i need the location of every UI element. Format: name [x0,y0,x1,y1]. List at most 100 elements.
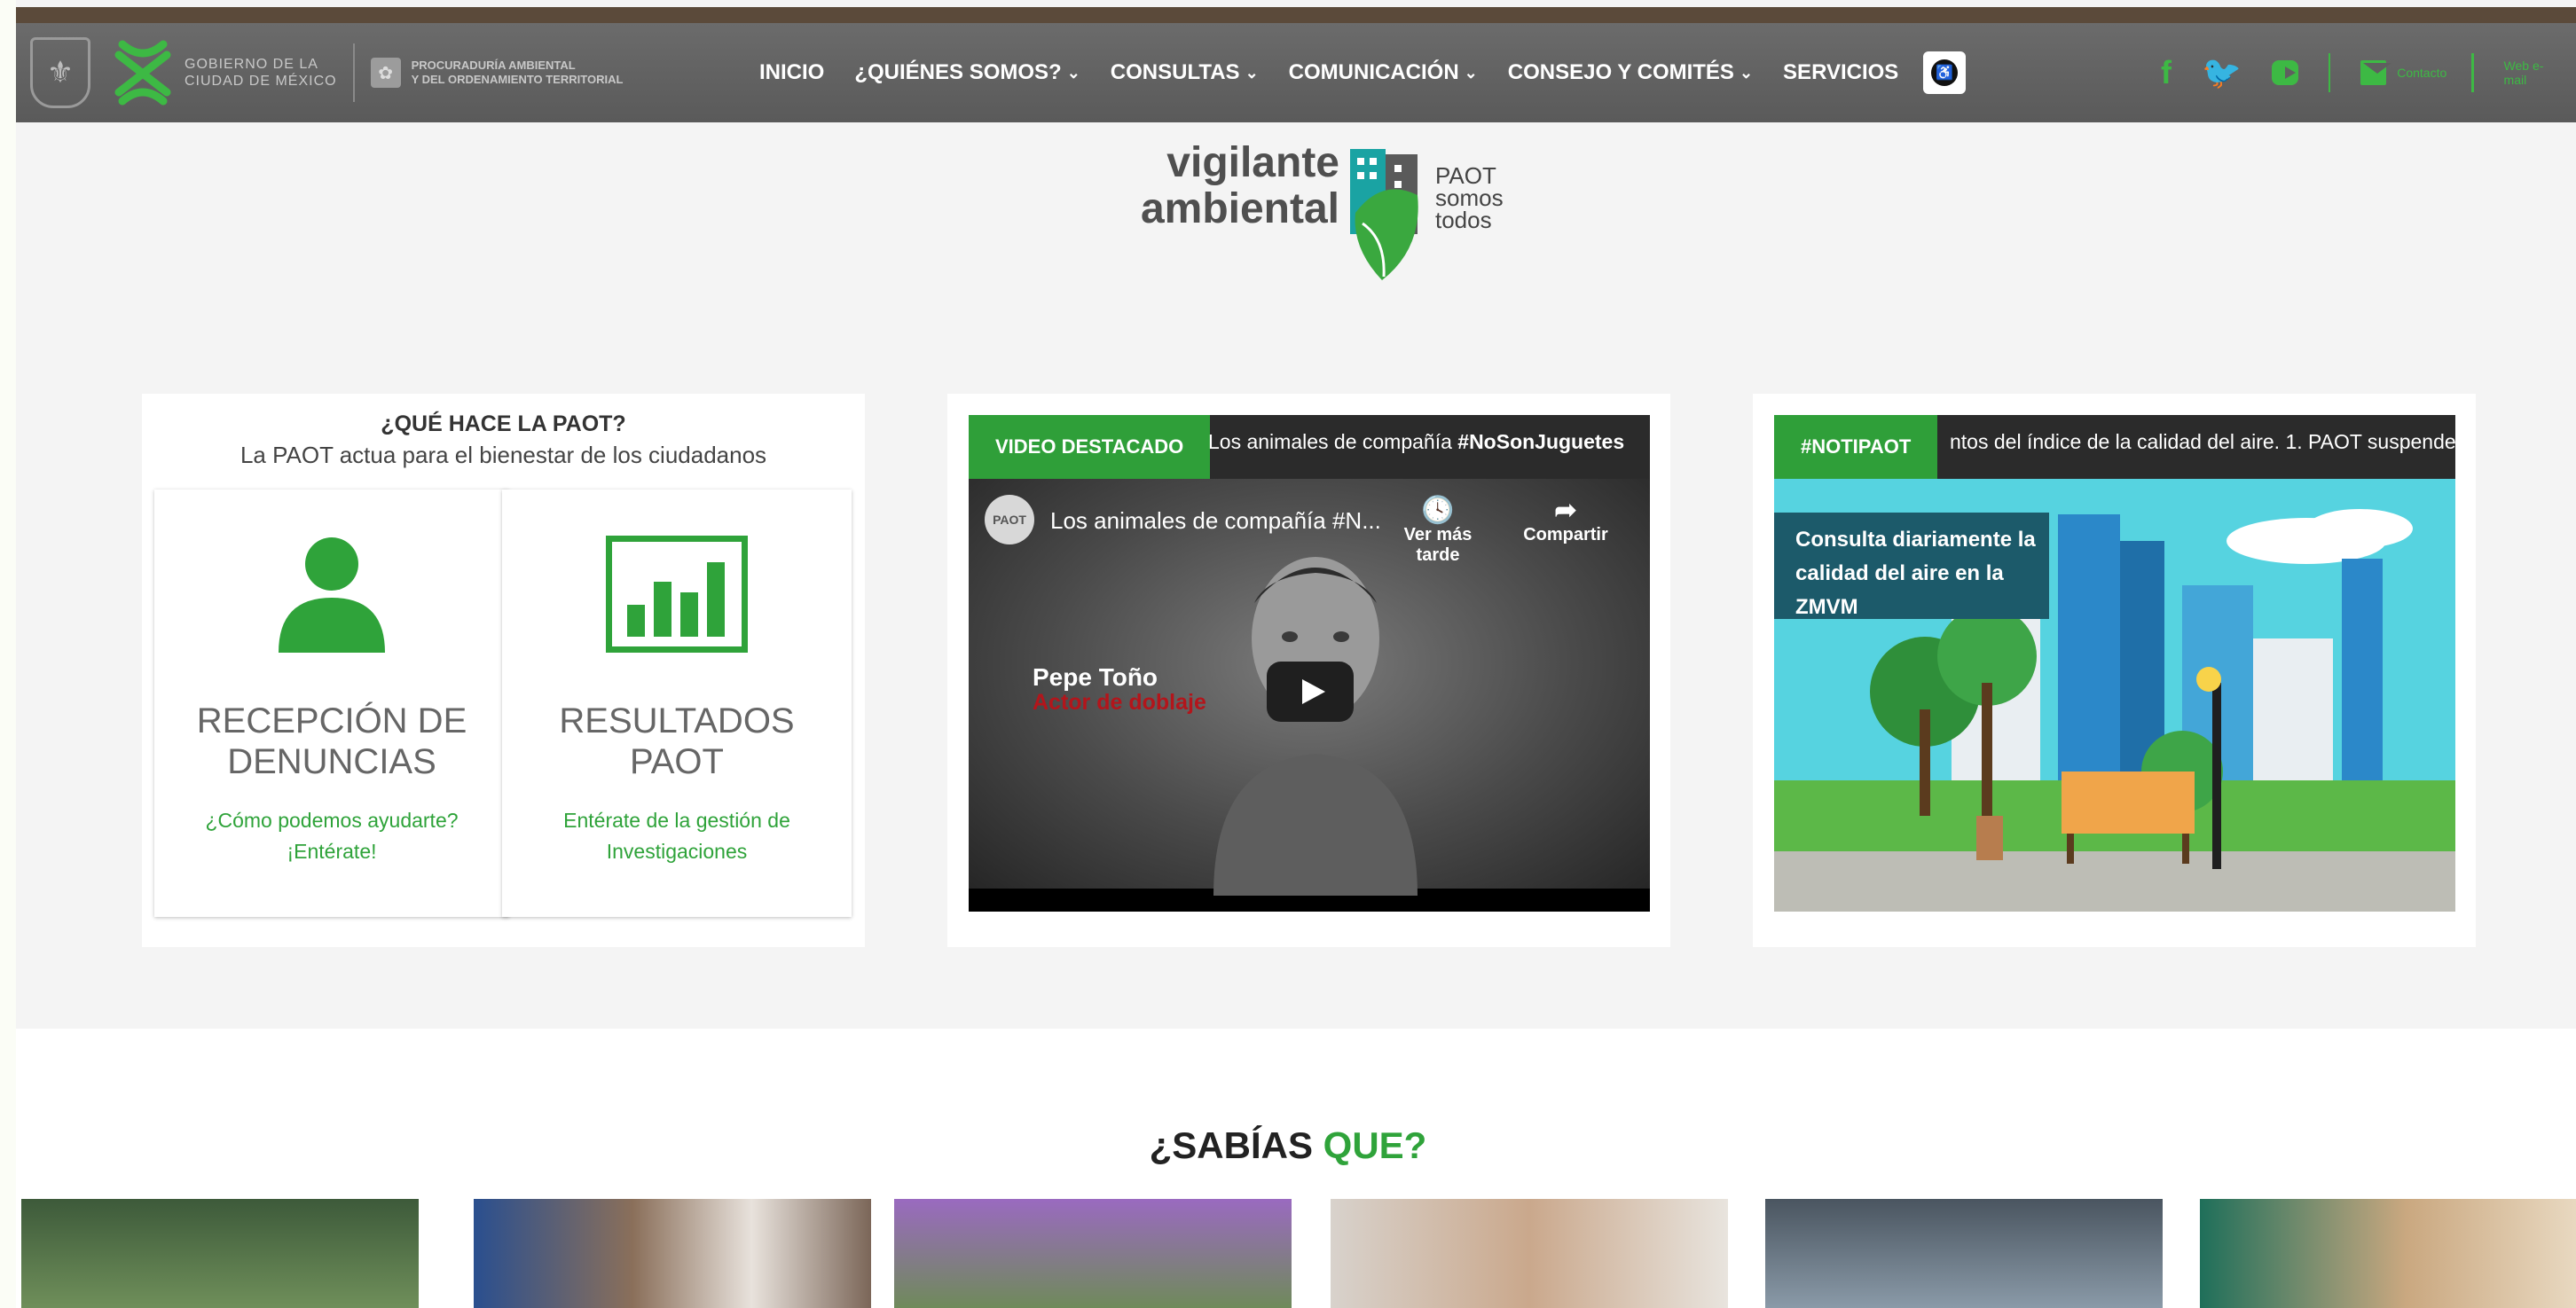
resultados-link-line1: Entérate de la gestión de [563,809,790,832]
sabias-title-part2: QUE? [1323,1124,1427,1166]
share-icon: ➦ [1554,496,1577,525]
resultados-paot-tile[interactable]: RESULTADOS PAOT Entérate de la gestión d… [502,490,852,917]
share-label: Compartir [1523,525,1608,544]
gov-text-line1: GOBIERNO DE LA [185,57,318,72]
recepcion-denuncias-tile[interactable]: RECEPCIÓN DE DENUNCIAS ¿Cómo podemos ayu… [154,490,509,917]
nav-consultas-label: CONSULTAS [1110,60,1240,84]
paot-text-line1: PROCURADURÍA AMBIENTAL [411,59,576,72]
video-player[interactable]: PAOT Los animales de compañía #N... 🕓 Ve… [969,479,1650,912]
resultados-link-line2: Investigaciones [606,840,748,863]
logo-line2: ambiental [1140,185,1339,232]
social-links: f 🐦 Contacto Web e-mail [2161,39,2576,106]
bar-chart-icon [606,536,748,653]
resultados-title-line2: PAOT [630,742,724,781]
youtube-icon[interactable] [2271,60,2299,85]
mail-icon[interactable] [2360,60,2392,85]
chevron-down-icon: ⌄ [1739,63,1754,82]
chevron-down-icon: ⌄ [1066,63,1080,82]
que-hace-title: ¿QUÉ HACE LA PAOT? [381,411,626,436]
aire-line2: calidad del aire en la ZMVM [1795,561,2004,619]
clock-icon: 🕓 [1421,496,1455,525]
accessibility-icon: ♿ [1931,59,1959,86]
social-divider-2 [2471,53,2474,92]
video-banner: VIDEO DESTACADO Los animales de compañía… [969,415,1650,479]
nav-quienes-somos[interactable]: ¿QUIÉNES SOMOS? ⌄ [854,60,1080,85]
site-header: ⚜ GOBIERNO DE LA CIUDAD DE MÉXICO ✿ PROC… [16,23,2576,122]
leaf-building-icon [1350,149,1418,280]
resultados-paot-title: RESULTADOS PAOT [502,701,852,782]
que-hace-subtitle: La PAOT actua para el bienestar de los c… [240,442,767,468]
recepcion-title-line2: DENUNCIAS [227,742,436,781]
recepcion-link-line1: ¿Cómo podemos ayudarte? [205,809,459,832]
video-player-title[interactable]: Los animales de compañía #N... [1050,507,1381,535]
caption-name: Pepe Toño [1033,663,1158,691]
nav-consultas[interactable]: CONSULTAS ⌄ [1111,60,1259,85]
video-destacado-tag: VIDEO DESTACADO [969,415,1211,479]
play-button-icon[interactable] [1267,662,1354,722]
video-banner-hashtag: #NoSonJuguetes [1457,429,1625,453]
gov-cdmx-text: GOBIERNO DE LA CIUDAD DE MÉXICO [185,56,337,90]
watch-later-button[interactable]: 🕓 Ver más tarde [1389,495,1487,566]
sabias-thumb-6[interactable] [2200,1199,2576,1308]
sabias-que-title: ¿SABÍAS QUE? [0,1124,2576,1167]
notipaot-ticker[interactable]: ntos del índice de la calidad del aire. … [1950,415,2455,468]
left-edge-strip [0,0,16,1308]
paot-emblem-icon: ✿ [370,58,401,88]
user-icon [279,537,385,653]
paot-name-text: PROCURADURÍA AMBIENTAL Y DEL ORDENAMIENT… [412,59,624,87]
calidad-aire-caption: Consulta diariamente la calidad del aire… [1774,513,2049,619]
sabias-thumb-5[interactable] [1765,1199,2163,1308]
calidad-aire-image[interactable]: Consulta diariamente la calidad del aire… [1774,479,2455,912]
nav-comunicacion[interactable]: COMUNICACIÓN ⌄ [1289,60,1478,85]
accessibility-button[interactable]: ♿ [1923,51,1967,94]
nav-inicio[interactable]: INICIO [759,60,824,85]
nav-servicios[interactable]: SERVICIOS [1783,60,1898,85]
recepcion-denuncias-title: RECEPCIÓN DE DENUNCIAS [154,701,509,782]
notipaot-tag: #NOTIPAOT [1774,415,1938,479]
sabias-thumb-2[interactable] [474,1199,871,1308]
sabias-thumb-4[interactable] [1331,1199,1728,1308]
recepcion-title-line1: RECEPCIÓN DE [196,701,467,740]
channel-avatar[interactable]: PAOT [985,495,1034,544]
nav-consejo-comites[interactable]: CONSEJO Y COMITÉS ⌄ [1508,60,1753,85]
chevron-down-icon: ⌄ [1464,63,1478,82]
logo-wordmark: vigilante ambiental [1141,140,1339,232]
brand-block[interactable]: ⚜ GOBIERNO DE LA CIUDAD DE MÉXICO ✿ PROC… [30,37,624,108]
notipaot-card: #NOTIPAOT ntos del índice de la calidad … [1753,394,2476,947]
facebook-icon[interactable]: f [2161,54,2172,91]
sabias-title-part1: ¿SABÍAS [1149,1124,1313,1166]
sabias-thumb-1[interactable] [21,1199,419,1308]
twitter-icon[interactable]: 🐦 [2202,54,2242,91]
header-image-strip [16,7,2576,25]
watch-later-label: Ver más tarde [1403,525,1473,565]
share-button[interactable]: ➦ Compartir [1517,495,1614,545]
caption-role: Actor de doblaje [1033,690,1206,715]
page: ⚜ GOBIERNO DE LA CIUDAD DE MÉXICO ✿ PROC… [16,0,2576,1308]
nav-servicios-label: SERVICIOS [1783,60,1899,84]
video-thumbnail: PAOT Los animales de compañía #N... 🕓 Ve… [969,479,1650,896]
nav-inicio-label: INICIO [759,60,825,84]
video-banner-text: Los animales de compañía [1208,429,1452,453]
coat-of-arms-icon: ⚜ [30,37,90,108]
web-email-link[interactable]: Web e-mail [2504,59,2551,87]
nav-quienes-somos-label: ¿QUIÉNES SOMOS? [854,60,1062,84]
recepcion-denuncias-link[interactable]: ¿Cómo podemos ayudarte? ¡Entérate! [154,805,509,867]
contacto-link[interactable]: Contacto [2397,66,2446,80]
cdmx-logo-icon [114,40,171,106]
video-destacado-card: VIDEO DESTACADO Los animales de compañía… [947,394,1670,947]
brand-divider [352,43,355,102]
notipaot-banner: #NOTIPAOT ntos del índice de la calidad … [1774,415,2455,479]
sabias-thumb-3[interactable] [894,1199,1292,1308]
nav-comunicacion-label: COMUNICACIÓN [1288,60,1459,84]
logo-todos: todos [1435,207,1492,233]
nav-consejo-comites-label: CONSEJO Y COMITÉS [1507,60,1734,84]
video-banner-title[interactable]: Los animales de compañía #NoSonJuguetes [1208,415,1624,468]
social-divider [2329,53,2331,92]
resultados-title-line1: RESULTADOS [559,701,795,740]
paot-text-line2: Y DEL ORDENAMIENTO TERRITORIAL [411,73,624,86]
que-hace-card: ¿QUÉ HACE LA PAOT? La PAOT actua para el… [142,394,865,947]
vigilante-ambiental-logo: vigilante ambiental PAOT somos todos [1109,135,1535,287]
logo-line1: vigilante [1166,139,1339,186]
resultados-paot-link[interactable]: Entérate de la gestión de Investigacione… [502,805,852,867]
recepcion-link-line2: ¡Entérate! [287,840,377,863]
